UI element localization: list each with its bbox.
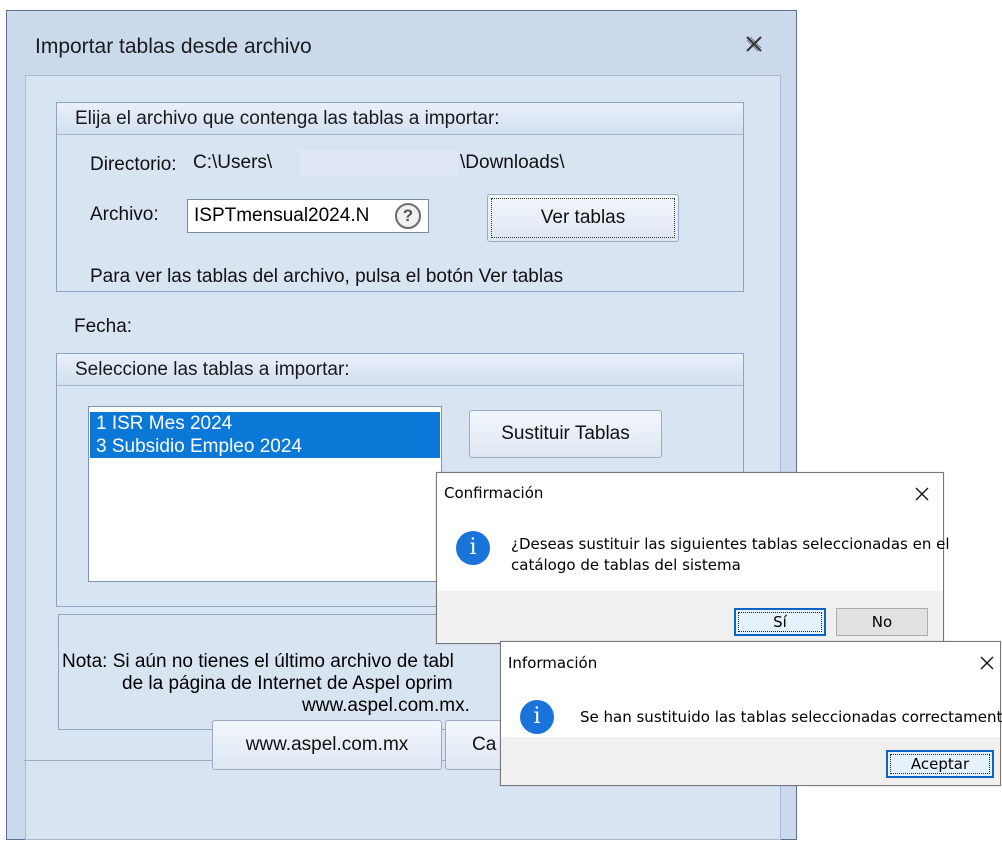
list-item[interactable]: 1 ISR Mes 2024 — [90, 412, 440, 435]
info-dialog: Información i Se han sustituido las tabl… — [500, 641, 1002, 786]
close-x-icon[interactable] — [979, 655, 995, 671]
note-line-1: Nota: Si aún no tienes el último archivo… — [62, 651, 454, 672]
accept-button[interactable]: Aceptar — [886, 750, 994, 778]
confirm-message-line-1: ¿Deseas sustituir las siguientes tablas … — [511, 535, 950, 553]
no-button[interactable]: No — [836, 608, 928, 636]
file-label: Archivo: — [90, 204, 159, 225]
window-title: Importar tablas desde archivo — [35, 35, 312, 58]
directory-value-start: C:\Users\ — [193, 152, 273, 173]
confirm-dialog: Confirmación i ¿Deseas sustituir las sig… — [436, 472, 950, 644]
tables-list[interactable]: 1 ISR Mes 2024 3 Subsidio Empleo 2024 — [88, 406, 442, 582]
directory-label: Directorio: — [90, 154, 177, 175]
confirm-dialog-title: Confirmación — [444, 484, 544, 502]
close-x-icon[interactable] — [743, 33, 765, 55]
focus-rectangle — [491, 198, 675, 238]
view-tables-button[interactable]: Ver tablas — [487, 194, 679, 242]
replace-tables-label: Sustituir Tablas — [501, 423, 630, 444]
info-message: Se han sustituido las tablas seleccionad… — [580, 708, 1002, 726]
focus-rectangle — [738, 612, 822, 632]
file-hint-text: Para ver las tablas del archivo, pulsa e… — [90, 266, 564, 287]
replace-tables-button[interactable]: Sustituir Tablas — [469, 410, 662, 458]
cancel-button[interactable]: Ca — [445, 720, 505, 770]
question-circle-icon[interactable]: ? — [395, 203, 421, 229]
cancel-label: Ca — [472, 734, 497, 755]
close-x-icon[interactable] — [914, 486, 930, 502]
list-item[interactable]: 3 Subsidio Empleo 2024 — [90, 435, 440, 458]
aspel-website-label: www.aspel.com.mx — [245, 734, 409, 755]
tables-group-header: Seleccione las tablas a importar: — [57, 354, 743, 386]
info-icon: i — [520, 700, 554, 734]
info-dialog-title: Información — [508, 654, 598, 672]
info-icon: i — [456, 531, 490, 565]
file-group-header: Elija el archivo que contenga las tablas… — [57, 103, 743, 135]
focus-rectangle — [890, 754, 990, 774]
confirm-message-line-2: catálogo de tablas del sistema — [511, 556, 741, 574]
file-input[interactable]: ISPTmensual2024.N ? — [187, 199, 429, 233]
yes-button[interactable]: Sí — [734, 608, 826, 636]
directory-value-end: \Downloads\ — [460, 152, 565, 173]
redacted-username — [300, 150, 458, 176]
aspel-website-button[interactable]: www.aspel.com.mx — [212, 720, 442, 770]
date-label: Fecha: — [74, 316, 133, 337]
note-line-2: de la página de Internet de Aspel oprim — [122, 673, 453, 694]
note-line-3: www.aspel.com.mx. — [302, 695, 470, 716]
no-label: No — [871, 613, 893, 631]
file-input-value: ISPTmensual2024.N — [194, 205, 370, 226]
